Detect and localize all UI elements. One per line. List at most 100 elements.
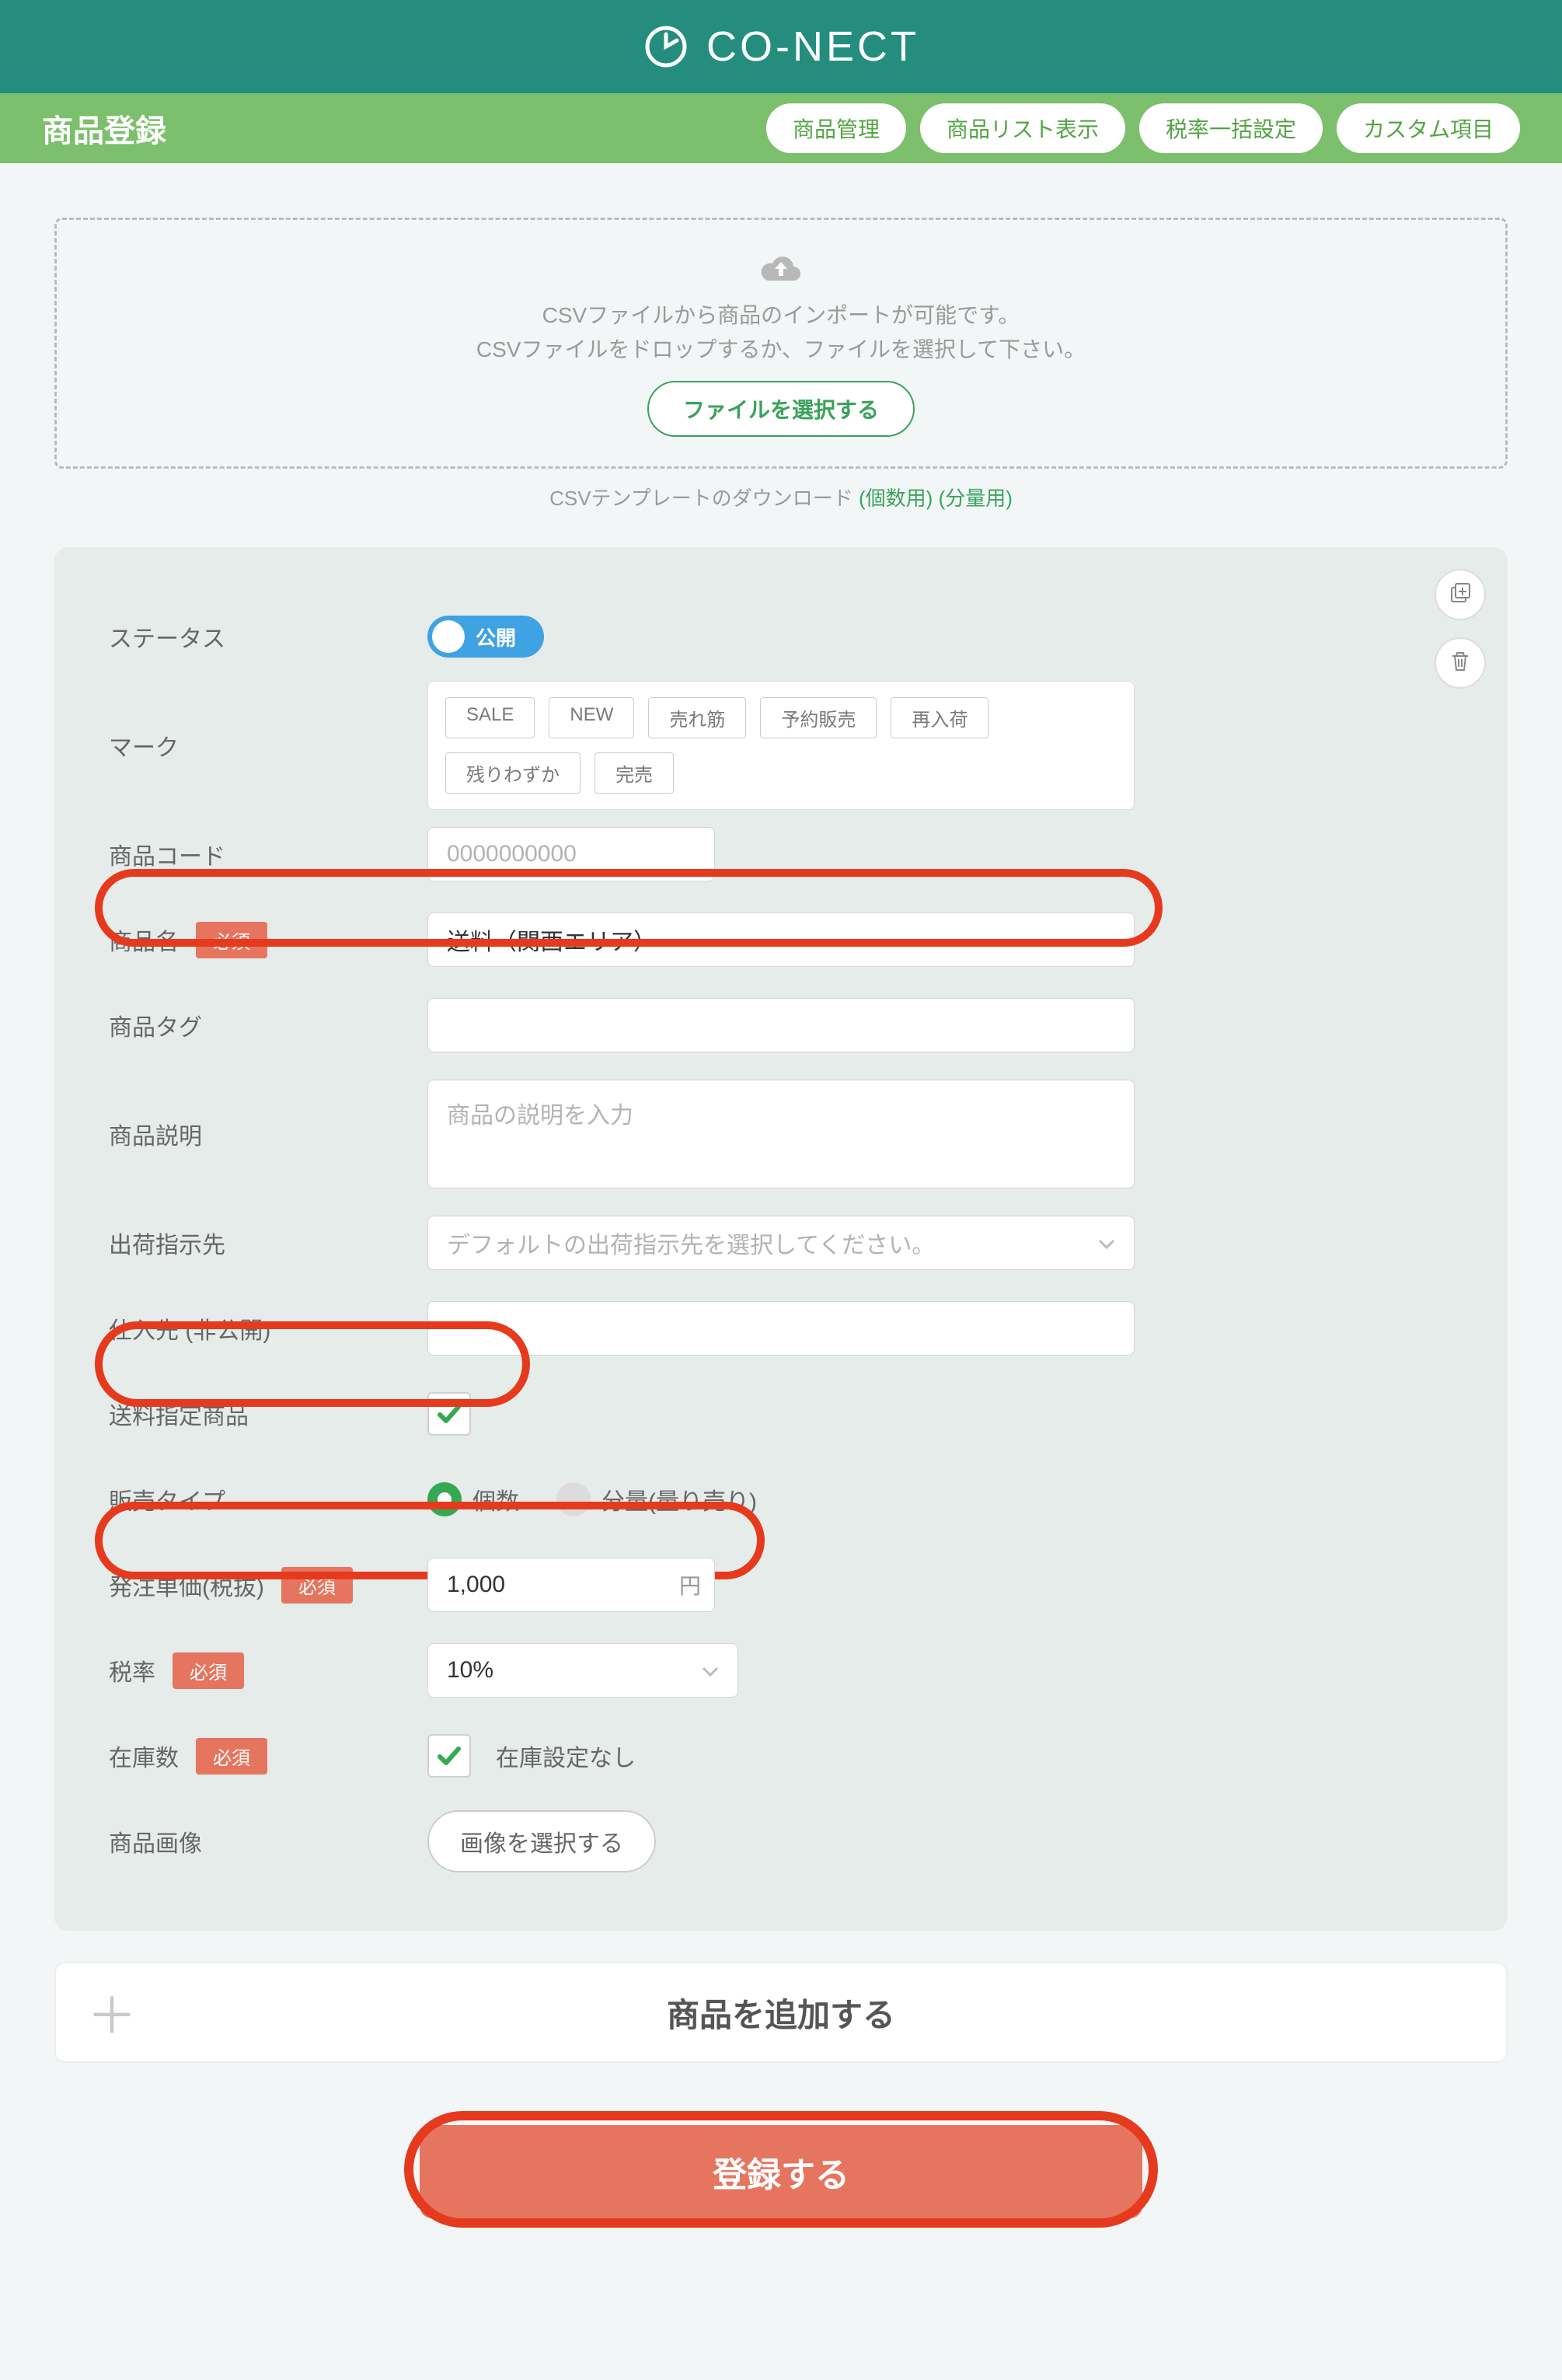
brand-logo-icon <box>643 23 689 70</box>
product-code-label: 商品コード <box>109 837 225 871</box>
product-name-label: 商品名 <box>109 923 179 957</box>
ship-dest-label: 出荷指示先 <box>109 1226 225 1260</box>
toggle-knob <box>432 620 465 653</box>
delete-button[interactable] <box>1435 637 1486 689</box>
sale-type-radio-group: 個数 分量(量り売り) <box>427 1482 757 1516</box>
mark-chip-bestseller[interactable]: 売れ筋 <box>648 697 746 738</box>
stock-none-label: 在庫設定なし <box>496 1739 636 1773</box>
product-code-input[interactable] <box>427 827 715 881</box>
row-status: ステータス 公開 <box>109 594 1453 679</box>
sale-type-count-label: 個数 <box>472 1482 519 1516</box>
product-tag-label: 商品タグ <box>109 1008 202 1042</box>
product-image-label: 商品画像 <box>109 1824 202 1858</box>
row-ship-dest: 出荷指示先 デフォルトの出荷指示先を選択してください。 <box>109 1200 1453 1286</box>
file-select-button[interactable]: ファイルを選択する <box>647 381 915 437</box>
sale-type-weight-radio[interactable]: 分量(量り売り) <box>556 1482 757 1516</box>
csv-template-bulk-link[interactable]: (分量用) <box>939 487 1013 510</box>
brand-name: CO-NECT <box>706 23 919 71</box>
row-stock: 在庫数 必須 在庫設定なし <box>109 1713 1453 1799</box>
check-icon <box>435 1742 463 1770</box>
csv-template-prefix: CSVテンプレートのダウンロード <box>549 487 853 510</box>
mark-chip-box: SALE NEW 売れ筋 予約販売 再入荷 残りわずか 完売 <box>427 681 1135 810</box>
unit-price-required: 必須 <box>281 1567 353 1604</box>
tax-rate-label: 税率 <box>109 1653 155 1687</box>
nav-pill-custom[interactable]: カスタム項目 <box>1337 103 1520 153</box>
mark-chip-new[interactable]: NEW <box>549 697 634 738</box>
mark-chip-restock[interactable]: 再入荷 <box>891 697 988 738</box>
check-icon <box>435 1400 463 1428</box>
row-mark: マーク SALE NEW 売れ筋 予約販売 再入荷 残りわずか 完売 <box>109 679 1453 811</box>
status-toggle-label: 公開 <box>476 623 516 651</box>
sale-type-weight-label: 分量(量り売り) <box>601 1482 757 1516</box>
status-toggle[interactable]: 公開 <box>427 616 544 658</box>
trash-icon <box>1449 650 1471 677</box>
top-bar: CO-NECT <box>0 0 1562 93</box>
stock-none-checkbox[interactable] <box>427 1734 471 1778</box>
sub-header: 商品登録 商品管理 商品リスト表示 税率一括設定 カスタム項目 <box>0 93 1562 163</box>
image-select-button[interactable]: 画像を選択する <box>427 1810 656 1872</box>
unit-price-label: 発注単価(税抜) <box>109 1568 264 1602</box>
tax-rate-value: 10% <box>447 1657 493 1684</box>
brand: CO-NECT <box>643 23 919 71</box>
product-name-required: 必須 <box>196 922 267 958</box>
submit-label: 登録する <box>713 2147 849 2197</box>
product-name-input[interactable] <box>427 913 1135 967</box>
add-product-bar[interactable]: ＋ 商品を追加する <box>54 1962 1508 2063</box>
shipping-flag-checkbox[interactable] <box>427 1392 471 1436</box>
upload-text-2: CSVファイルをドロップするか、ファイルを選択して下さい。 <box>72 333 1490 364</box>
shipping-flag-label: 送料指定商品 <box>109 1397 249 1431</box>
mark-chip-lowstock[interactable]: 残りわずか <box>445 752 581 794</box>
csv-template-single-link[interactable]: (個数用) <box>859 487 933 510</box>
tax-rate-required: 必須 <box>173 1652 244 1689</box>
mark-chip-sale[interactable]: SALE <box>445 697 535 738</box>
nav-pill-tax[interactable]: 税率一括設定 <box>1139 103 1323 153</box>
row-product-name: 商品名 必須 <box>109 897 1453 982</box>
chevron-down-icon <box>1098 1231 1115 1255</box>
page-title: 商品登録 <box>42 106 166 151</box>
row-product-desc: 商品説明 <box>109 1068 1453 1200</box>
product-desc-label: 商品説明 <box>109 1117 202 1151</box>
chevron-down-icon <box>702 1659 719 1683</box>
sale-type-count-radio[interactable]: 個数 <box>427 1482 519 1516</box>
row-shipping-flag: 送料指定商品 <box>109 1371 1453 1457</box>
cloud-upload-icon <box>759 251 803 291</box>
nav-pill-list[interactable]: 商品リスト表示 <box>920 103 1125 153</box>
nav-pills: 商品管理 商品リスト表示 税率一括設定 カスタム項目 <box>766 103 1520 153</box>
unit-price-unit: 円 <box>679 1569 701 1600</box>
product-tag-input[interactable] <box>427 998 1135 1052</box>
page-body: CSVファイルから商品のインポートが可能です。 CSVファイルをドロップするか、… <box>0 163 1562 2281</box>
mark-chip-soldout[interactable]: 完売 <box>594 752 674 794</box>
submit-row: 登録する <box>54 2125 1508 2249</box>
plus-icon: ＋ <box>87 1977 137 2048</box>
row-product-tag: 商品タグ <box>109 982 1453 1068</box>
row-supplier: 仕入先 (非公開) <box>109 1286 1453 1371</box>
sale-type-label: 販売タイプ <box>109 1482 225 1516</box>
supplier-input[interactable] <box>427 1301 1135 1356</box>
row-product-code: 商品コード <box>109 811 1453 897</box>
stock-required: 必須 <box>196 1738 267 1775</box>
mark-chip-preorder[interactable]: 予約販売 <box>760 697 877 738</box>
ship-dest-placeholder: デフォルトの出荷指示先を選択してください。 <box>447 1226 935 1260</box>
row-product-image: 商品画像 画像を選択する <box>109 1799 1453 1884</box>
csv-template-row: CSVテンプレートのダウンロード (個数用) (分量用) <box>54 483 1508 511</box>
product-desc-textarea[interactable] <box>427 1080 1135 1188</box>
row-sale-type: 販売タイプ 個数 分量(量り売り) <box>109 1457 1453 1542</box>
unit-price-input[interactable] <box>427 1558 715 1612</box>
duplicate-button[interactable] <box>1435 569 1486 620</box>
stock-label: 在庫数 <box>109 1739 179 1773</box>
submit-button[interactable]: 登録する <box>420 2125 1142 2218</box>
add-product-label: 商品を追加する <box>667 1989 895 2036</box>
supplier-label: 仕入先 (非公開) <box>109 1311 270 1345</box>
duplicate-icon <box>1449 581 1472 609</box>
nav-pill-products[interactable]: 商品管理 <box>766 103 906 153</box>
row-unit-price: 発注単価(税抜) 必須 円 <box>109 1542 1453 1628</box>
mark-label: マーク <box>109 728 179 763</box>
status-label: ステータス <box>109 619 225 654</box>
tax-rate-select[interactable]: 10% <box>427 1643 738 1698</box>
upload-text-1: CSVファイルから商品のインポートが可能です。 <box>72 298 1490 330</box>
csv-upload-zone[interactable]: CSVファイルから商品のインポートが可能です。 CSVファイルをドロップするか、… <box>54 218 1508 469</box>
row-tax-rate: 税率 必須 10% <box>109 1628 1453 1713</box>
radio-selected-icon <box>427 1482 462 1516</box>
radio-unselected-icon <box>556 1482 591 1516</box>
ship-dest-select[interactable]: デフォルトの出荷指示先を選択してください。 <box>427 1216 1135 1270</box>
